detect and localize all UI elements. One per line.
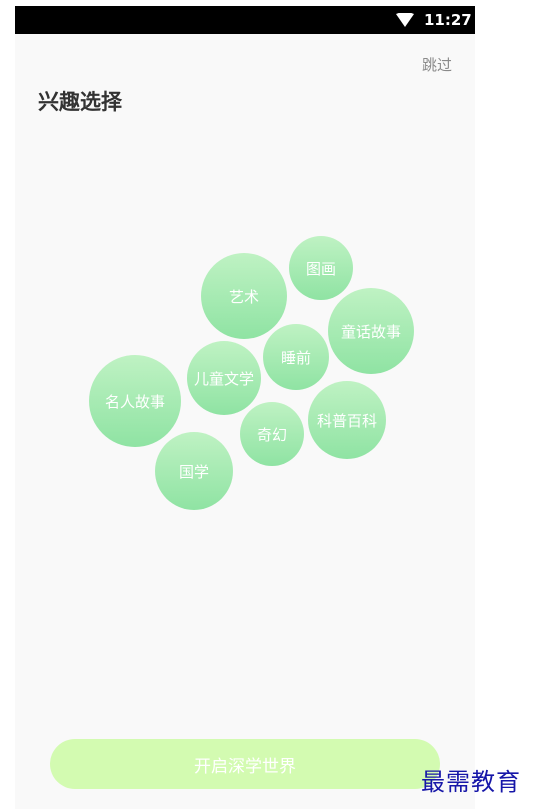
watermark-text: 最需教育 xyxy=(421,768,521,796)
interest-bubble-ertongwenxue[interactable]: 儿童文学 xyxy=(187,341,261,415)
skip-button[interactable]: 跳过 xyxy=(422,54,452,75)
interest-bubble-kepubaike[interactable]: 科普百科 xyxy=(308,381,386,459)
interest-bubble-shuiqian[interactable]: 睡前 xyxy=(263,324,329,390)
page-title: 兴趣选择 xyxy=(38,90,122,114)
interest-bubble-qihuan[interactable]: 奇幻 xyxy=(240,402,304,466)
interest-bubble-tuhua[interactable]: 图画 xyxy=(289,236,353,300)
start-button[interactable]: 开启深学世界 xyxy=(50,739,440,789)
interest-bubble-guoxue[interactable]: 国学 xyxy=(155,432,233,510)
interest-bubble-yishu[interactable]: 艺术 xyxy=(201,253,287,339)
interest-bubble-tonghuagushi[interactable]: 童话故事 xyxy=(328,288,414,374)
wifi-icon xyxy=(396,13,414,27)
status-bar: 11:27 xyxy=(15,6,475,34)
interest-bubble-mingrengushi[interactable]: 名人故事 xyxy=(89,355,181,447)
status-time: 11:27 xyxy=(424,11,472,29)
